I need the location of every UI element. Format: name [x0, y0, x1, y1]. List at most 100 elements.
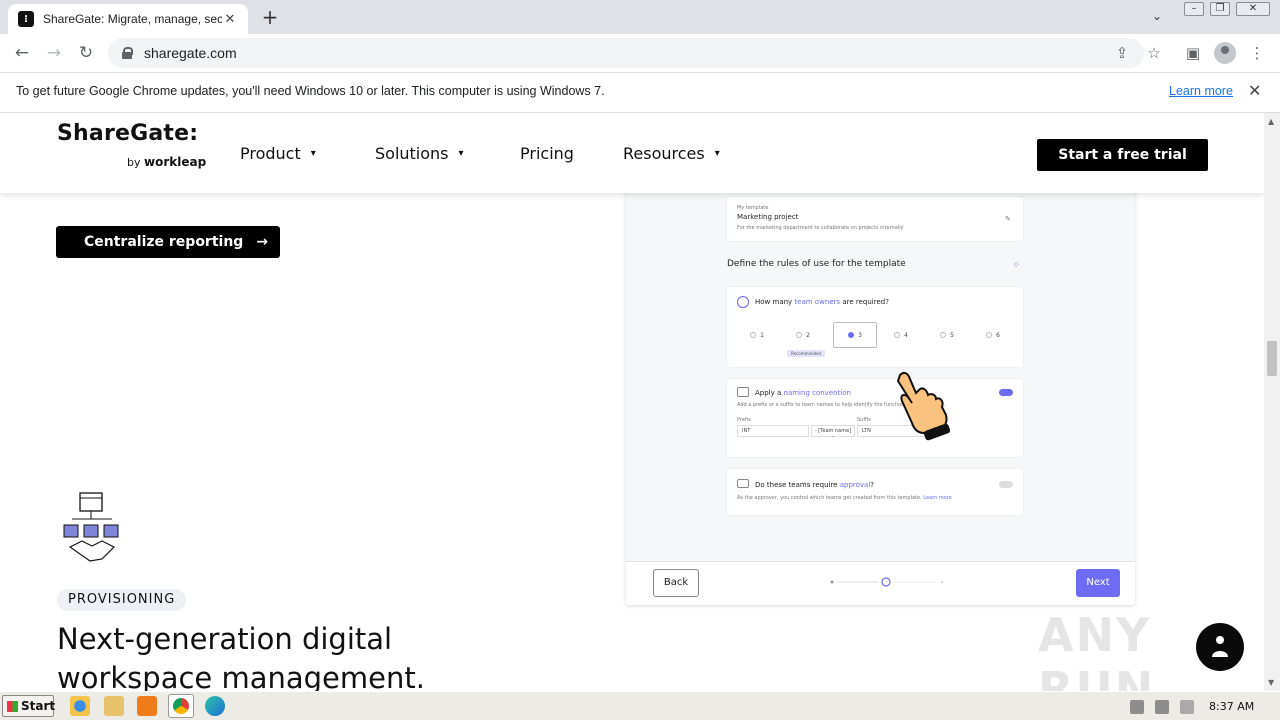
scroll-thumb[interactable]: [1267, 341, 1277, 376]
tab-search-icon[interactable]: ⌄: [1152, 9, 1162, 23]
approval-card: Do these teams require approval? As the …: [727, 469, 1023, 515]
q3-link: approval: [839, 481, 871, 489]
chrome-icon: [173, 698, 189, 714]
sharegate-favicon-icon: ⁝: [18, 11, 34, 27]
panel-back-button[interactable]: Back: [653, 569, 699, 597]
learn-more-link[interactable]: Learn more: [1169, 84, 1233, 98]
team-name-field: - [Team name] -: [811, 425, 855, 440]
provisioning-illustration-icon: [63, 492, 119, 562]
sharegate-logo[interactable]: ShareGate: by workleap: [57, 121, 206, 169]
owner-option-label: 3: [858, 331, 862, 339]
q1-link: team owners: [794, 298, 841, 306]
edge-icon[interactable]: [205, 696, 225, 716]
owner-option-6[interactable]: 6: [971, 322, 1015, 348]
reload-icon[interactable]: ↻: [74, 41, 98, 65]
owner-option-2[interactable]: 2: [781, 322, 825, 348]
logo-by: by: [127, 156, 141, 169]
q3-learn-more: Learn more: [923, 495, 952, 501]
minimize-icon[interactable]: –: [1184, 2, 1204, 16]
nav-pricing-label: Pricing: [520, 144, 574, 163]
tag-icon: [737, 387, 749, 397]
approval-icon: [737, 479, 749, 488]
scroll-up-icon[interactable]: ▲: [1268, 117, 1274, 126]
url-text: sharegate.com: [144, 45, 237, 61]
bookmark-star-icon[interactable]: ☆: [1143, 42, 1165, 64]
panel-next-button[interactable]: Next: [1076, 569, 1120, 597]
flag-icon[interactable]: [1180, 700, 1194, 714]
q1-suffix: are required?: [840, 298, 889, 306]
nav-pricing[interactable]: Pricing: [520, 144, 574, 163]
radio-icon: [894, 332, 901, 338]
owner-option-label: 2: [806, 331, 810, 339]
provisioning-title: Next-generation digital workspace manage…: [57, 622, 425, 691]
radio-icon: [796, 332, 803, 338]
owner-option-1[interactable]: 1: [735, 322, 779, 348]
radio-icon: [750, 332, 757, 338]
owner-option-4[interactable]: 4: [879, 322, 923, 348]
nav-resources[interactable]: Resources ▾: [623, 144, 720, 163]
tab-close-icon[interactable]: ✕: [222, 12, 238, 27]
taskbar-clock[interactable]: 8:37 AM: [1209, 700, 1254, 713]
ie-icon[interactable]: [70, 696, 90, 716]
owner-option-3[interactable]: 3: [833, 322, 877, 348]
restore-icon[interactable]: ❐: [1210, 2, 1230, 16]
page-scrollbar[interactable]: ▲ ▼: [1264, 113, 1280, 691]
scroll-down-icon[interactable]: ▼: [1268, 678, 1274, 687]
section-title: Define the rules of use for the template: [727, 259, 906, 269]
start-button[interactable]: Start: [2, 695, 55, 717]
lock-icon: [122, 47, 133, 59]
new-tab-button[interactable]: +: [258, 6, 282, 28]
chevron-up-icon: ◇: [1014, 261, 1019, 268]
menu-kebab-icon[interactable]: ⋮: [1246, 42, 1268, 64]
prefix-label: Prefix: [737, 417, 752, 423]
network-icon[interactable]: [1155, 700, 1169, 714]
logo-brand: ShareGate:: [57, 121, 199, 146]
q2-link: naming convention: [783, 389, 851, 397]
back-arrow-icon[interactable]: ←: [10, 41, 34, 65]
logo-workleap: workleap: [144, 155, 207, 169]
side-panel-icon[interactable]: ▣: [1182, 42, 1204, 64]
nav-product[interactable]: Product ▾: [240, 144, 316, 163]
browser-toolbar: ← → ↻ sharegate.com ⇪ ☆ ▣ ⋮: [0, 34, 1280, 72]
edit-pencil-icon: ✎: [1005, 215, 1011, 223]
chrome-taskbar-button[interactable]: [168, 694, 194, 718]
media-player-icon[interactable]: [137, 696, 157, 716]
centralize-label: Centralize reporting: [84, 234, 244, 250]
chat-widget-button[interactable]: [1196, 623, 1244, 671]
nav-solutions[interactable]: Solutions ▾: [375, 144, 464, 163]
recommended-tag: Recommended: [787, 350, 826, 357]
team-owners-card: How many team owners are required? 1 2 3…: [727, 287, 1023, 367]
approval-toggle[interactable]: [999, 481, 1013, 488]
radio-checked-icon: [848, 332, 855, 338]
radio-icon: [986, 332, 993, 338]
window-close-icon[interactable]: ✕: [1236, 2, 1270, 16]
approval-question: Do these teams require approval?: [755, 481, 874, 489]
owner-option-label: 4: [904, 331, 908, 339]
owner-option-label: 1: [760, 331, 764, 339]
q3-prefix: Do these teams require: [755, 481, 840, 489]
windows-taskbar: Start 8:37 AM: [0, 691, 1280, 720]
owner-option-5[interactable]: 5: [925, 322, 969, 348]
user-icon: [737, 296, 749, 308]
share-icon[interactable]: ⇪: [1111, 42, 1133, 64]
owner-option-label: 5: [950, 331, 954, 339]
forward-arrow-icon[interactable]: →: [42, 41, 66, 65]
explorer-folder-icon[interactable]: [104, 696, 124, 716]
template-name: Marketing project: [737, 213, 799, 221]
chat-person-icon: [1212, 636, 1228, 657]
template-label: My template: [737, 205, 769, 211]
browser-tab[interactable]: ⁝ ShareGate: Migrate, manage, secure ✕: [8, 4, 248, 34]
address-bar[interactable]: sharegate.com: [108, 38, 1144, 68]
site-header: ShareGate: by workleap Product ▾ Solutio…: [0, 113, 1264, 193]
centralize-reporting-button[interactable]: Centralize reporting →: [56, 226, 280, 258]
naming-desc: Add a prefix or a suffix to team names t…: [737, 402, 946, 408]
naming-toggle[interactable]: [999, 389, 1013, 396]
infobar-close-icon[interactable]: ✕: [1248, 81, 1261, 100]
infobar-message: To get future Google Chrome updates, you…: [16, 84, 605, 98]
template-desc: For the marketing department to collabor…: [737, 225, 904, 231]
prefix-input[interactable]: INT: [737, 425, 809, 437]
profile-avatar[interactable]: [1214, 42, 1236, 64]
naming-convention-card: Apply a naming convention Add a prefix o…: [727, 379, 1023, 457]
start-free-trial-button[interactable]: Start a free trial: [1037, 139, 1208, 171]
volume-icon[interactable]: [1130, 700, 1144, 714]
